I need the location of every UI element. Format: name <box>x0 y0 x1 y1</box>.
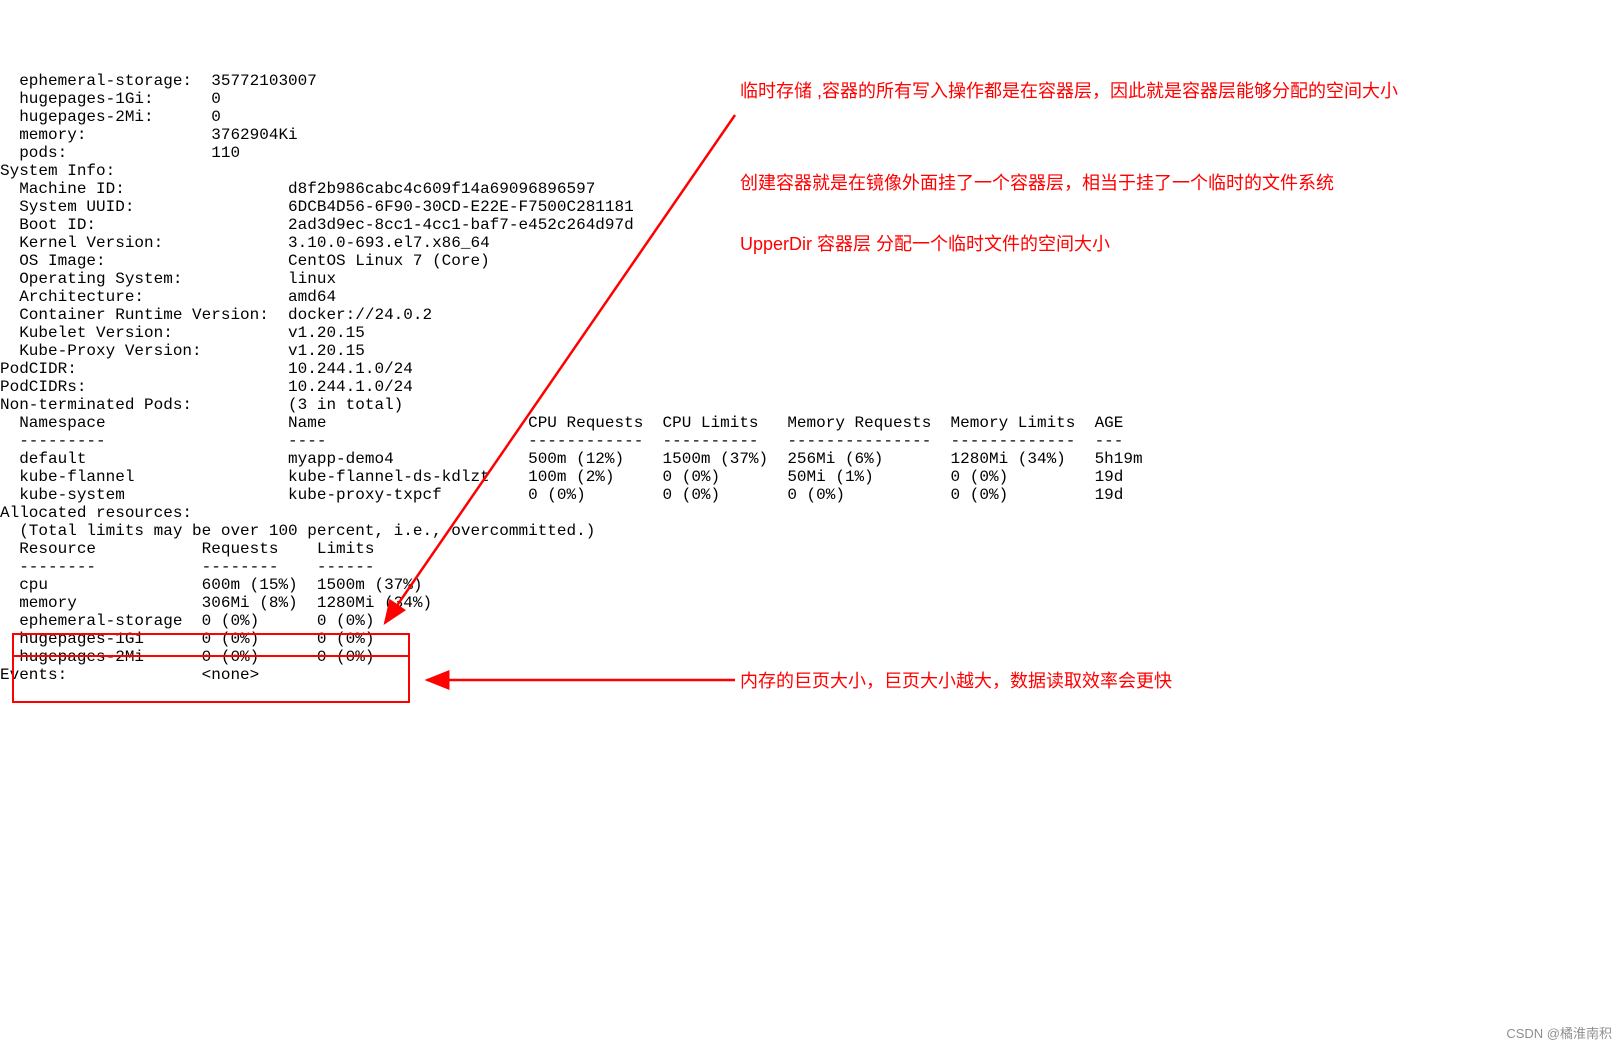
terminal-line: kube-system kube-proxy-txpcf 0 (0%) 0 (0… <box>0 486 1620 504</box>
terminal-line: PodCIDR: 10.244.1.0/24 <box>0 360 1620 378</box>
annotation-ephemeral-storage: 临时存储 ,容器的所有写入操作都是在容器层，因此就是容器层能够分配的空间大小 <box>740 75 1510 107</box>
terminal-line: Kubelet Version: v1.20.15 <box>0 324 1620 342</box>
terminal-line: memory: 3762904Ki <box>0 126 1620 144</box>
terminal-line: pods: 110 <box>0 144 1620 162</box>
terminal-line: Architecture: amd64 <box>0 288 1620 306</box>
terminal-output: ephemeral-storage: 35772103007 hugepages… <box>0 72 1620 684</box>
terminal-line: Kube-Proxy Version: v1.20.15 <box>0 342 1620 360</box>
terminal-line: Resource Requests Limits <box>0 540 1620 558</box>
terminal-line: memory 306Mi (8%) 1280Mi (34%) <box>0 594 1620 612</box>
watermark: CSDN @橘淮南积 <box>1506 1023 1612 1042</box>
terminal-line: default myapp-demo4 500m (12%) 1500m (37… <box>0 450 1620 468</box>
terminal-line: System UUID: 6DCB4D56-6F90-30CD-E22E-F75… <box>0 198 1620 216</box>
terminal-line: Operating System: linux <box>0 270 1620 288</box>
terminal-line: Container Runtime Version: docker://24.0… <box>0 306 1620 324</box>
annotation-hugepages: 内存的巨页大小，巨页大小越大，数据读取效率会更快 <box>740 665 1540 697</box>
terminal-line: hugepages-1Gi 0 (0%) 0 (0%) <box>0 630 1620 648</box>
terminal-line: --------- ---- ------------ ---------- -… <box>0 432 1620 450</box>
terminal-line: Allocated resources: <box>0 504 1620 522</box>
terminal-line: Non-terminated Pods: (3 in total) <box>0 396 1620 414</box>
annotation-container-layer: 创建容器就是在镜像外面挂了一个容器层，相当于挂了一个临时的文件系统 <box>740 167 1540 199</box>
terminal-line: PodCIDRs: 10.244.1.0/24 <box>0 378 1620 396</box>
annotation-upperdir: UpperDir 容器层 分配一个临时文件的空间大小 <box>740 228 1340 260</box>
terminal-line: hugepages-2Mi 0 (0%) 0 (0%) <box>0 648 1620 666</box>
terminal-line: hugepages-2Mi: 0 <box>0 108 1620 126</box>
terminal-line: Namespace Name CPU Requests CPU Limits M… <box>0 414 1620 432</box>
terminal-line: -------- -------- ------ <box>0 558 1620 576</box>
terminal-line: (Total limits may be over 100 percent, i… <box>0 522 1620 540</box>
terminal-line: ephemeral-storage 0 (0%) 0 (0%) <box>0 612 1620 630</box>
terminal-line: kube-flannel kube-flannel-ds-kdlzt 100m … <box>0 468 1620 486</box>
terminal-line: cpu 600m (15%) 1500m (37%) <box>0 576 1620 594</box>
